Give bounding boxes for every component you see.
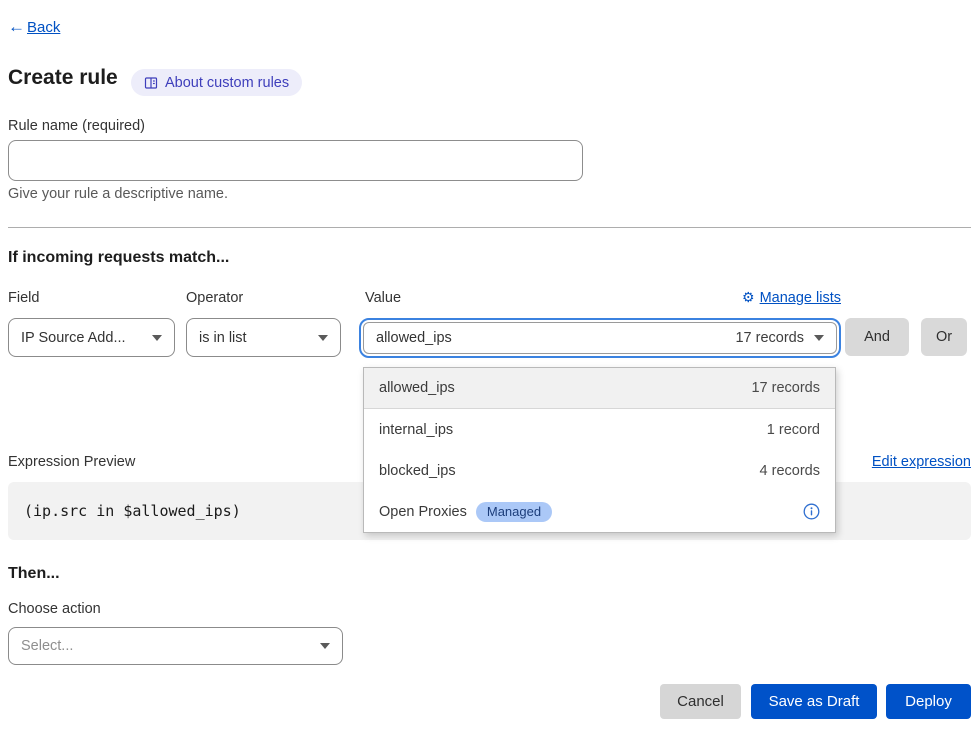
- chevron-down-icon: [814, 335, 824, 341]
- manage-lists-label: Manage lists: [760, 290, 841, 306]
- operator-select[interactable]: is in list: [186, 318, 341, 357]
- list-item[interactable]: blocked_ips 4 records: [364, 450, 835, 491]
- value-combobox[interactable]: allowed_ips 17 records: [363, 322, 837, 354]
- operator-select-value: is in list: [199, 330, 247, 346]
- book-icon: [144, 76, 158, 90]
- badge-label: About custom rules: [165, 75, 289, 91]
- gear-icon: ⚙: [742, 289, 755, 306]
- back-link-label: Back: [27, 19, 60, 36]
- list-item-name: allowed_ips: [379, 380, 455, 396]
- or-button[interactable]: Or: [921, 318, 967, 356]
- page-title: Create rule: [8, 66, 118, 90]
- cancel-button[interactable]: Cancel: [660, 684, 741, 719]
- chevron-down-icon: [152, 335, 162, 341]
- value-combobox-value: allowed_ips: [376, 330, 452, 346]
- field-select-value: IP Source Add...: [21, 330, 126, 346]
- action-select[interactable]: Select...: [8, 627, 343, 665]
- list-item[interactable]: allowed_ips 17 records: [364, 368, 835, 409]
- match-section-heading: If incoming requests match...: [8, 249, 229, 267]
- list-item[interactable]: Open Proxies Managed: [364, 491, 835, 532]
- list-item[interactable]: internal_ips 1 record: [364, 409, 835, 450]
- value-records-count: 17 records: [735, 330, 804, 346]
- list-item-records: 1 record: [767, 422, 820, 438]
- edit-expression-link[interactable]: Edit expression: [872, 454, 971, 470]
- list-item-name: blocked_ips: [379, 463, 456, 479]
- list-item-records: 17 records: [751, 380, 820, 396]
- section-divider: [8, 227, 971, 228]
- back-link[interactable]: ←Back: [8, 17, 60, 37]
- chevron-down-icon: [318, 335, 328, 341]
- choose-action-label: Choose action: [8, 601, 101, 617]
- list-item-name: internal_ips: [379, 422, 453, 438]
- list-item-name: Open Proxies: [379, 504, 467, 520]
- info-icon[interactable]: [803, 503, 820, 520]
- rule-name-label: Rule name (required): [8, 118, 145, 134]
- expression-code: (ip.src in $allowed_ips): [24, 502, 241, 520]
- about-custom-rules-badge[interactable]: About custom rules: [131, 69, 302, 96]
- manage-lists-link[interactable]: ⚙ Manage lists: [742, 289, 841, 306]
- chevron-down-icon: [320, 643, 330, 649]
- create-rule-page: ←Back Create rule About custom rules Rul…: [0, 0, 979, 739]
- list-dropdown-panel: allowed_ips 17 records internal_ips 1 re…: [363, 367, 836, 533]
- action-select-placeholder: Select...: [21, 638, 73, 654]
- operator-label: Operator: [186, 290, 243, 306]
- deploy-button[interactable]: Deploy: [886, 684, 971, 719]
- rule-name-helper: Give your rule a descriptive name.: [8, 186, 228, 202]
- managed-badge: Managed: [476, 502, 552, 522]
- value-label: Value: [365, 290, 401, 306]
- list-item-records: 4 records: [760, 463, 820, 479]
- save-as-draft-button[interactable]: Save as Draft: [751, 684, 877, 719]
- expression-preview-label: Expression Preview: [8, 454, 135, 470]
- field-label: Field: [8, 290, 39, 306]
- and-button[interactable]: And: [845, 318, 909, 356]
- then-section-heading: Then...: [8, 565, 60, 583]
- back-arrow-icon: ←: [8, 17, 25, 37]
- field-select[interactable]: IP Source Add...: [8, 318, 175, 357]
- rule-name-input[interactable]: [8, 140, 583, 181]
